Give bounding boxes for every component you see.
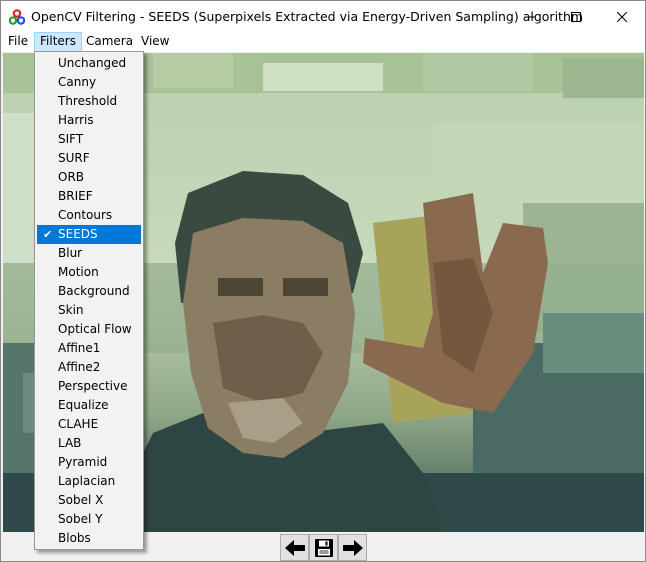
filter-menu-item-label: Perspective (58, 379, 128, 393)
filter-menu-item[interactable]: CLAHE (37, 415, 141, 434)
filter-menu-item-label: Unchanged (58, 56, 127, 70)
filter-menu-item-label: Harris (58, 113, 94, 127)
filter-menu-item-label: CLAHE (58, 417, 99, 431)
filter-menu-item-label: Optical Flow (58, 322, 132, 336)
filter-menu-item-label: Motion (58, 265, 99, 279)
filter-menu-item[interactable]: Sobel Y (37, 510, 141, 529)
filter-menu-item-label: Affine1 (58, 341, 101, 355)
filter-menu-item-label: Equalize (58, 398, 109, 412)
filter-menu-item[interactable]: LAB (37, 434, 141, 453)
filter-menu-item-label: SEEDS (58, 227, 98, 241)
filter-menu-item-label: Blur (58, 246, 83, 260)
arrow-left-icon (284, 539, 305, 556)
menu-file[interactable]: File (2, 32, 34, 52)
checkmark-icon: ✔ (43, 228, 53, 241)
title-bar[interactable]: OpenCV Filtering - SEEDS (Superpixels Ex… (1, 1, 645, 32)
filter-menu-item[interactable]: Blur (37, 244, 141, 263)
filter-menu-item[interactable]: BRIEF (37, 187, 141, 206)
filter-menu-item-label: Laplacian (58, 474, 116, 488)
filter-menu-item[interactable]: Blobs (37, 529, 141, 548)
filter-menu-item-label: ORB (58, 170, 85, 184)
filter-menu-item[interactable]: Threshold (37, 92, 141, 111)
app-window: OpenCV Filtering - SEEDS (Superpixels Ex… (0, 0, 646, 562)
filter-menu-item[interactable]: Affine1 (37, 339, 141, 358)
maximize-icon (571, 11, 581, 22)
maximize-button[interactable] (553, 1, 599, 32)
filter-menu-item-label: Skin (58, 303, 84, 317)
filter-menu-item-label: Pyramid (58, 455, 108, 469)
close-button[interactable] (599, 1, 645, 32)
filter-menu-item-label: Canny (58, 75, 97, 89)
filter-menu-item-label: Blobs (58, 531, 91, 545)
filter-menu-item[interactable]: Pyramid (37, 453, 141, 472)
filter-menu-item[interactable]: SURF (37, 149, 141, 168)
filter-menu-item[interactable]: Contours (37, 206, 141, 225)
menu-camera[interactable]: Camera (80, 32, 139, 52)
filter-menu-item[interactable]: Equalize (37, 396, 141, 415)
filter-menu-item[interactable]: Motion (37, 263, 141, 282)
filter-menu-item-label: Contours (58, 208, 113, 222)
filter-menu-item[interactable]: Canny (37, 73, 141, 92)
filter-menu-item[interactable]: ✔ SEEDS (37, 225, 141, 244)
filter-menu-item[interactable]: Harris (37, 111, 141, 130)
minimize-button[interactable] (507, 1, 553, 32)
next-button[interactable] (338, 534, 367, 561)
filter-menu-item[interactable]: Perspective (37, 377, 141, 396)
filter-menu-item[interactable]: Unchanged (37, 54, 141, 73)
minimize-icon (525, 16, 535, 17)
window-title: OpenCV Filtering - SEEDS (Superpixels Ex… (31, 9, 584, 24)
filter-menu-item-label: BRIEF (58, 189, 93, 203)
filter-menu-item-label: Background (58, 284, 130, 298)
filter-menu-item-label: SIFT (58, 132, 84, 146)
menu-bar: File Filters Camera View (1, 32, 645, 52)
filter-menu-item[interactable]: Skin (37, 301, 141, 320)
close-icon (617, 11, 627, 22)
arrow-right-icon (342, 539, 363, 556)
filter-menu-item-label: Sobel X (58, 493, 104, 507)
opencv-logo-icon (9, 9, 25, 25)
menu-filters[interactable]: Filters (34, 32, 82, 52)
filter-menu-item[interactable]: Affine2 (37, 358, 141, 377)
filter-menu-item-label: SURF (58, 151, 90, 165)
filter-menu-item-label: LAB (58, 436, 82, 450)
filter-menu-item[interactable]: ORB (37, 168, 141, 187)
previous-button[interactable] (280, 534, 309, 561)
filter-menu-item[interactable]: Sobel X (37, 491, 141, 510)
filter-menu-item-label: Threshold (58, 94, 118, 108)
menu-view[interactable]: View (135, 32, 175, 52)
filters-dropdown-menu: Unchanged Canny Threshold Harris SIFT SURF ORB… (34, 51, 144, 550)
filter-menu-item[interactable]: Optical Flow (37, 320, 141, 339)
filter-menu-item[interactable]: SIFT (37, 130, 141, 149)
save-button[interactable] (309, 534, 338, 561)
filter-menu-item[interactable]: Background (37, 282, 141, 301)
filter-menu-item-label: Sobel Y (58, 512, 103, 526)
filter-menu-item[interactable]: Laplacian (37, 472, 141, 491)
filter-menu-item-label: Affine2 (58, 360, 101, 374)
floppy-disk-save-icon (314, 538, 333, 557)
